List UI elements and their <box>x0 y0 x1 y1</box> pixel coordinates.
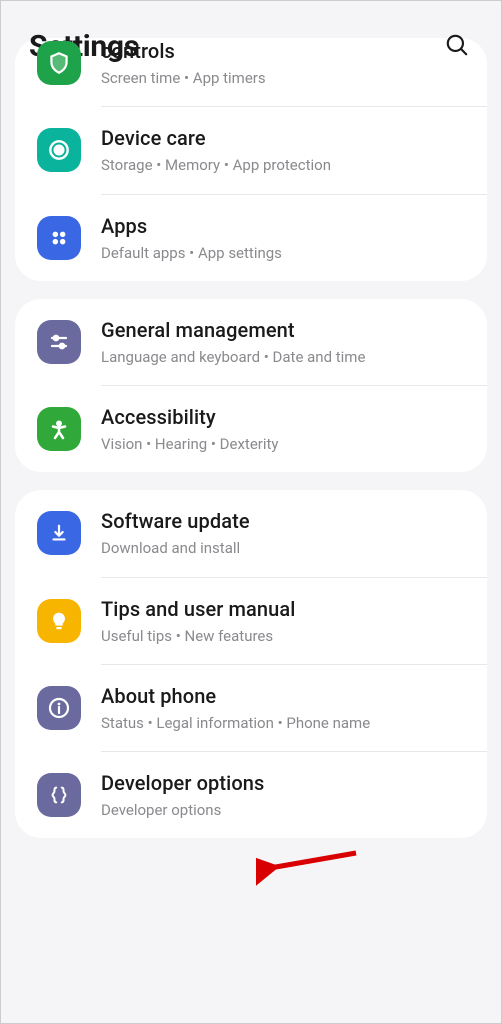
braces-icon <box>37 773 81 817</box>
item-title: Accessibility <box>101 404 465 431</box>
settings-item-apps[interactable]: Apps Default apps • App settings <box>15 195 487 281</box>
settings-item-about-phone[interactable]: About phone Status • Legal information • … <box>15 665 487 751</box>
sliders-icon <box>37 320 81 364</box>
settings-item-software-update[interactable]: Software update Download and install <box>15 490 487 576</box>
item-title: About phone <box>101 683 465 710</box>
item-title: Developer options <box>101 770 465 797</box>
item-subtitle: Vision • Hearing • Dexterity <box>101 434 465 454</box>
person-icon <box>37 407 81 451</box>
settings-group: General management Language and keyboard … <box>15 299 487 473</box>
settings-list: controls Screen time • App timers Device c… <box>1 38 501 838</box>
bulb-icon <box>37 599 81 643</box>
item-subtitle: Storage • Memory • App protection <box>101 155 465 175</box>
item-title: Apps <box>101 213 465 240</box>
settings-item-general-management[interactable]: General management Language and keyboard … <box>15 299 487 385</box>
item-title: General management <box>101 317 465 344</box>
item-subtitle: Status • Legal information • Phone name <box>101 713 465 733</box>
item-subtitle: Screen time • App timers <box>101 68 465 88</box>
settings-item-tips[interactable]: Tips and user manual Useful tips • New fe… <box>15 578 487 664</box>
item-subtitle: Default apps • App settings <box>101 243 465 263</box>
settings-group: Software update Download and install Tips … <box>15 490 487 838</box>
item-title: Tips and user manual <box>101 596 465 623</box>
settings-item-device-care[interactable]: Device care Storage • Memory • App protec… <box>15 107 487 193</box>
item-title: controls <box>101 38 465 65</box>
download-icon <box>37 511 81 555</box>
item-subtitle: Developer options <box>101 800 465 820</box>
info-icon <box>37 686 81 730</box>
annotation-arrow <box>256 843 366 887</box>
target-icon <box>37 128 81 172</box>
settings-item-accessibility[interactable]: Accessibility Vision • Hearing • Dexterit… <box>15 386 487 472</box>
item-subtitle: Download and install <box>101 538 465 558</box>
item-subtitle: Useful tips • New features <box>101 626 465 646</box>
item-title: Software update <box>101 508 465 535</box>
settings-item-developer-options[interactable]: Developer options Developer options <box>15 752 487 838</box>
settings-group: controls Screen time • App timers Device c… <box>15 38 487 281</box>
shield-icon <box>37 41 81 85</box>
item-subtitle: Language and keyboard • Date and time <box>101 347 465 367</box>
grid-icon <box>37 216 81 260</box>
item-title: Device care <box>101 125 465 152</box>
settings-item-controls[interactable]: controls Screen time • App timers <box>15 38 487 106</box>
